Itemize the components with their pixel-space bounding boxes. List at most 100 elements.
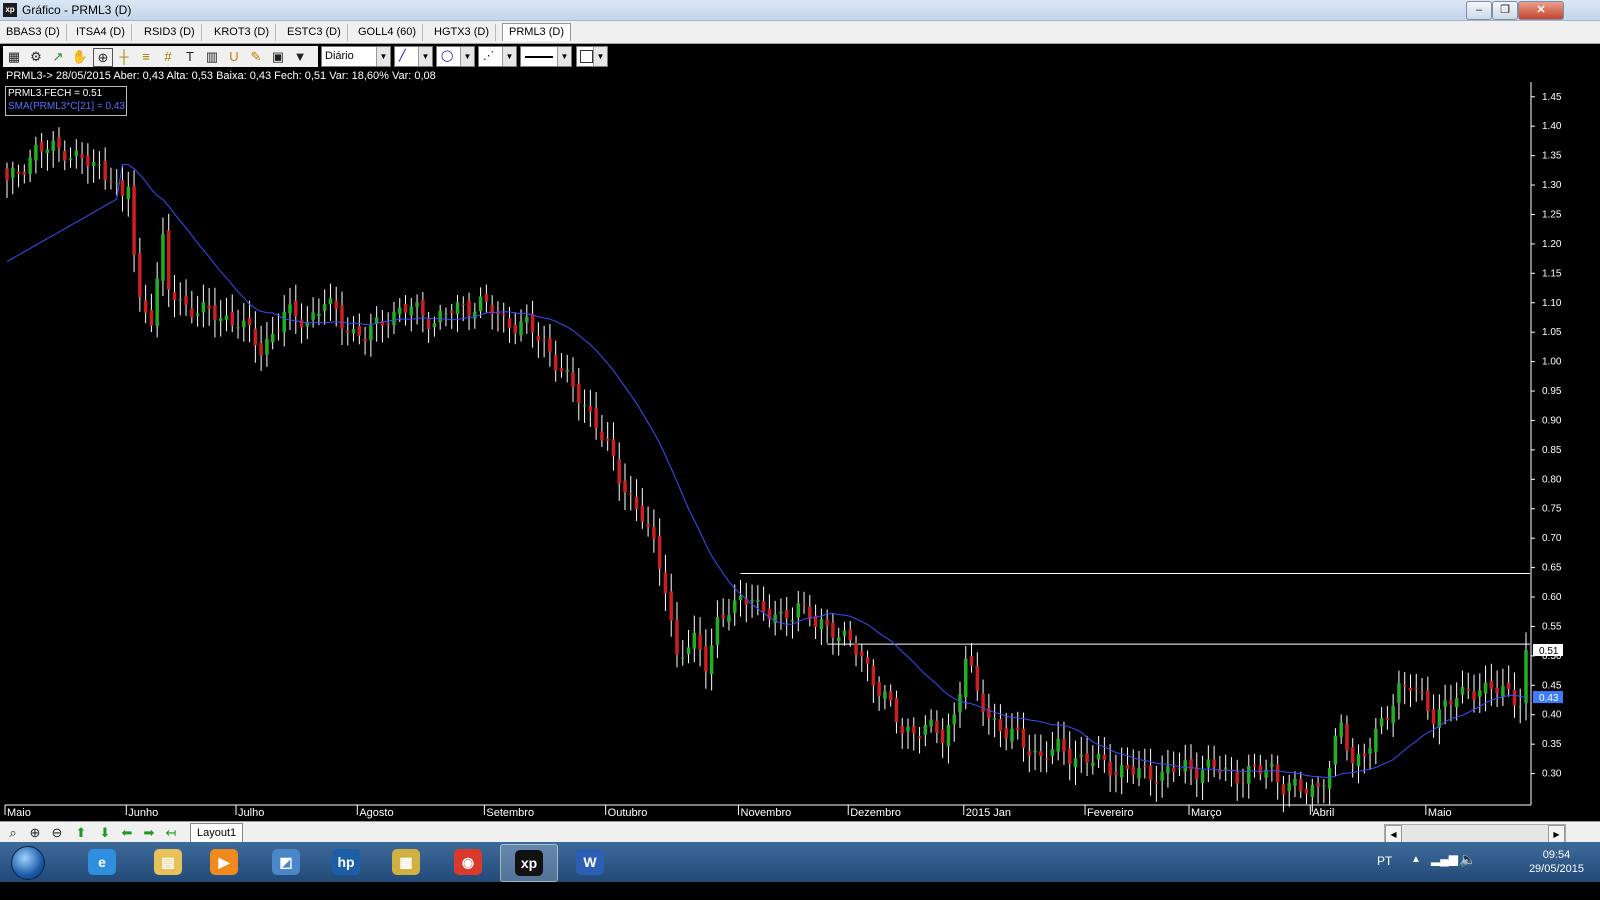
candle-body	[675, 619, 679, 655]
candle-body	[478, 296, 483, 312]
taskbar-app[interactable]: ◉	[440, 844, 496, 880]
candle-body	[1489, 680, 1494, 689]
candle-body	[652, 527, 656, 539]
candle-body	[195, 313, 200, 316]
last-price-label: 0.51	[1539, 646, 1559, 657]
y-tick-label: 1.35	[1542, 151, 1562, 162]
taskbar-app[interactable]: hp	[318, 844, 374, 880]
candle-body	[992, 718, 997, 720]
y-tick-label: 0.85	[1542, 445, 1562, 456]
arrow-return-icon[interactable]: ↤	[162, 824, 180, 841]
x-tick-label: Maio	[1428, 807, 1452, 819]
candle-body	[831, 622, 835, 638]
candle-body	[1004, 728, 1008, 739]
taskbar-app[interactable]: ▶	[196, 844, 252, 880]
candle-body	[346, 330, 350, 333]
language-indicator[interactable]: PT	[1377, 854, 1392, 868]
arrow-down-icon[interactable]: ⬇	[96, 824, 114, 841]
x-tick-label: Novembro	[741, 807, 792, 819]
clock[interactable]: 09:54 29/05/2015	[1529, 848, 1584, 876]
arrow-up-icon[interactable]: ⬆	[72, 824, 90, 841]
start-button[interactable]	[2, 843, 52, 881]
taskbar-app[interactable]: ▤	[140, 844, 196, 880]
internet-explorer-icon: e	[88, 849, 116, 875]
candle-body	[1091, 762, 1095, 766]
candle-body	[860, 651, 864, 657]
y-tick-label: 0.80	[1542, 474, 1562, 485]
candle-body	[1512, 689, 1517, 706]
candle-body	[415, 302, 419, 307]
candle-body	[1402, 684, 1407, 687]
zoom-icon[interactable]: ⌕	[4, 824, 22, 841]
candle-body	[1056, 738, 1060, 752]
candle-body	[230, 312, 234, 326]
candle-body	[1414, 687, 1418, 689]
candle-body	[80, 154, 84, 159]
arrow-left-icon[interactable]: ⬅	[118, 824, 136, 841]
x-tick-label: Outubro	[608, 807, 648, 819]
candlestick-chart[interactable]: 0.300.350.400.450.500.550.600.650.700.75…	[0, 0, 1600, 900]
candle-body	[455, 302, 460, 315]
candle-body	[1281, 784, 1286, 795]
candle-body	[704, 646, 708, 672]
zoom-in-icon[interactable]: ⊕	[26, 824, 44, 841]
taskbar-app[interactable]: xp	[500, 844, 558, 882]
candle-body	[143, 300, 148, 313]
file-explorer-icon: ▤	[154, 849, 182, 875]
clock-time: 09:54	[1542, 849, 1571, 861]
candle-body	[698, 634, 702, 650]
taskbar-app[interactable]: e	[74, 844, 130, 880]
layout-tab[interactable]: Layout1	[190, 823, 244, 843]
candle-body	[363, 339, 367, 342]
volume-icon[interactable]: 🔈	[1459, 851, 1476, 868]
candle-body	[276, 330, 281, 332]
candle-body	[525, 316, 529, 323]
candle-body	[236, 327, 240, 329]
candle-body	[1247, 766, 1251, 784]
candle-body	[473, 311, 477, 319]
candle-body	[1339, 722, 1343, 737]
candle-body	[530, 313, 535, 333]
x-tick-label: Julho	[238, 807, 264, 819]
candle-body	[11, 168, 15, 178]
zoom-out-icon[interactable]: ⊖	[48, 824, 66, 841]
show-hidden-icons-icon[interactable]: ▲	[1411, 854, 1421, 865]
candle-body	[86, 155, 90, 167]
hp-icon: hp	[332, 849, 360, 875]
candle-body	[449, 310, 454, 314]
candle-body	[1119, 765, 1124, 778]
candle-body	[912, 726, 916, 734]
legend-box: PRML3.FECH = 0.51 SMA(PRML3*C[21] = 0.43	[5, 86, 127, 116]
candle-body	[1472, 691, 1476, 700]
candle-body	[571, 372, 575, 388]
candle-body	[149, 309, 154, 326]
legend-close: PRML3.FECH = 0.51	[8, 88, 103, 99]
x-tick-label: Fevereiro	[1087, 807, 1133, 819]
candle-body	[403, 304, 408, 313]
x-tick-label: Maio	[7, 807, 31, 819]
network-icon[interactable]: ▂▄▆	[1431, 852, 1458, 866]
arrow-right-icon[interactable]: ➡	[140, 824, 158, 841]
y-tick-label: 1.25	[1542, 209, 1562, 220]
candle-body	[721, 614, 725, 619]
candle-body	[634, 496, 639, 509]
candle-body	[1327, 767, 1332, 789]
candle-body	[819, 619, 824, 630]
candle-body	[1420, 692, 1424, 694]
candle-body	[132, 185, 136, 256]
taskbar-app[interactable]: ◩	[258, 844, 314, 880]
candle-body	[796, 603, 800, 618]
candle-body	[836, 637, 841, 642]
candle-body	[409, 306, 414, 316]
candle-body	[421, 299, 425, 316]
taskbar-app[interactable]: W	[562, 844, 618, 880]
taskbar-app[interactable]: ▦	[378, 844, 434, 880]
candle-body	[432, 323, 437, 328]
y-tick-label: 0.75	[1542, 504, 1562, 515]
horizontal-scrollbar[interactable]: ◀ ▶	[1384, 824, 1566, 844]
candle-body	[253, 328, 258, 346]
candle-body	[542, 339, 546, 341]
navigation-toolbar: ⌕ ⊕ ⊖ ⬆ ⬇ ⬅ ➡ ↤ Layout1 ◀ ▶	[0, 821, 1600, 844]
candle-body	[946, 724, 951, 747]
candle-body	[1374, 728, 1378, 752]
